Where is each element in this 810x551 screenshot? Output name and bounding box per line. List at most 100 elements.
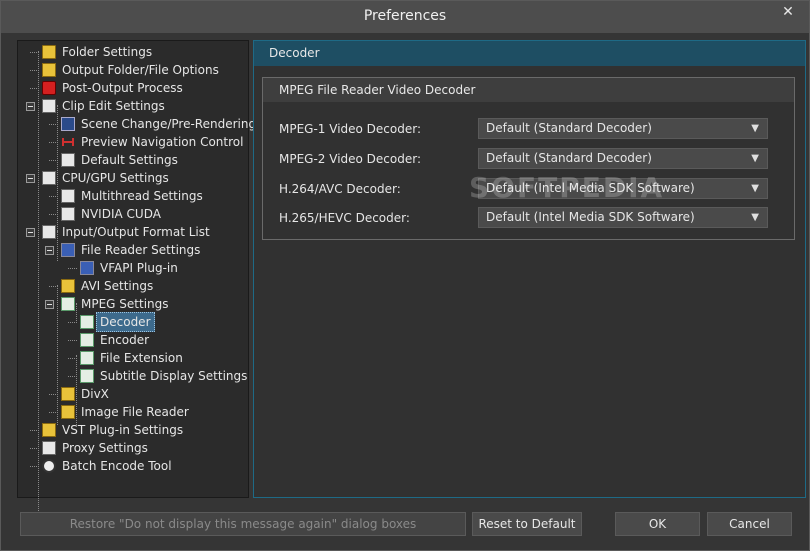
collapse-toggle-icon[interactable]: [26, 228, 35, 237]
tree-connector: [68, 268, 77, 269]
tree-item[interactable]: Encoder: [18, 331, 246, 349]
tree-item[interactable]: DivX: [18, 385, 246, 403]
tree-item-label: CPU/GPU Settings: [62, 171, 169, 185]
tree-item-label: Input/Output Format List: [62, 225, 210, 239]
restore-dialogs-button[interactable]: Restore "Do not display this message aga…: [20, 512, 466, 536]
folder-icon: [42, 45, 56, 59]
mpeg2-decoder-select[interactable]: Default (Standard Decoder) ▼: [478, 148, 768, 169]
edit-doc-icon: [61, 153, 75, 167]
edit-doc-icon: [61, 189, 75, 203]
tree-item[interactable]: Default Settings: [18, 151, 246, 169]
group-title: MPEG File Reader Video Decoder: [263, 78, 794, 102]
ok-button[interactable]: OK: [615, 512, 700, 536]
watermark: SOFTPEDIA: [469, 171, 665, 204]
tree-item-label: File Reader Settings: [81, 243, 201, 257]
clock-icon: [42, 459, 56, 473]
tree-item[interactable]: VFAPI Plug-in: [18, 259, 246, 277]
tree-item[interactable]: Post-Output Process: [18, 79, 246, 97]
collapse-toggle-icon[interactable]: [26, 102, 35, 111]
tree-item-label: Preview Navigation Control: [81, 135, 244, 149]
tree-guide-line: [76, 355, 77, 427]
edit-doc-icon: [42, 171, 56, 185]
window-title: Preferences: [363, 8, 447, 24]
title-bar: Preferences ✕: [1, 1, 809, 33]
reset-to-default-button[interactable]: Reset to Default: [472, 512, 582, 536]
tree-item[interactable]: Multithread Settings: [18, 187, 246, 205]
folder-doc-icon: [42, 423, 56, 437]
tree-item[interactable]: Folder Settings: [18, 43, 246, 61]
green-doc-icon: [80, 369, 94, 383]
folder-doc-icon: [61, 387, 75, 401]
tree-guide-line: [57, 105, 58, 245]
tree-item[interactable]: Subtitle Display Settings: [18, 367, 248, 385]
tree-guide-line: [57, 231, 58, 261]
tree-item-label: Encoder: [100, 333, 150, 347]
tree-item[interactable]: Decoder: [18, 312, 246, 332]
tree-connector: [68, 340, 77, 341]
collapse-toggle-icon[interactable]: [26, 174, 35, 183]
h265-decoder-select[interactable]: Default (Intel Media SDK Software) ▼: [478, 207, 768, 228]
green-doc-icon: [80, 351, 94, 365]
h265-decoder-label: H.265/HEVC Decoder:: [279, 211, 410, 225]
collapse-toggle-icon[interactable]: [45, 300, 54, 309]
preferences-window: Preferences ✕ Folder Settings Output Fold…: [0, 0, 810, 551]
monitor-icon: [80, 261, 94, 275]
power-icon: [42, 81, 56, 95]
mpeg-decoder-group: MPEG File Reader Video Decoder MPEG-1 Vi…: [262, 77, 795, 240]
mpeg2-decoder-label: MPEG-2 Video Decoder:: [279, 152, 422, 166]
tree-item-label: Folder Settings: [62, 45, 153, 59]
navigation-icon: [61, 135, 75, 149]
folder-doc-icon: [61, 405, 75, 419]
tree-item[interactable]: AVI Settings: [18, 277, 246, 295]
cancel-button[interactable]: Cancel: [707, 512, 792, 536]
tree-item[interactable]: File Extension: [18, 349, 246, 367]
h264-decoder-label: H.264/AVC Decoder:: [279, 182, 401, 196]
tree-item[interactable]: Batch Encode Tool: [18, 457, 246, 475]
monitor-icon: [61, 243, 75, 257]
tree-item-label: Clip Edit Settings: [62, 99, 165, 113]
chevron-down-icon: ▼: [751, 183, 759, 194]
decoder-panel: Decoder MPEG File Reader Video Decoder M…: [253, 40, 806, 498]
tree-item[interactable]: Image File Reader: [18, 403, 246, 421]
tree-item[interactable]: Proxy Settings: [18, 439, 246, 457]
tree-connector: [68, 322, 77, 323]
tree-item-label: DivX: [81, 387, 109, 401]
mpeg2-decoder-value: Default (Standard Decoder): [486, 151, 652, 165]
mpeg1-decoder-label: MPEG-1 Video Decoder:: [279, 122, 422, 136]
tree-item-label: Image File Reader: [81, 405, 189, 419]
tree-guide-line: [57, 285, 58, 425]
tree-item[interactable]: VST Plug-in Settings: [18, 421, 246, 439]
tree-item[interactable]: CPU/GPU Settings: [18, 169, 246, 187]
tree-item-label: VFAPI Plug-in: [100, 261, 178, 275]
settings-tree[interactable]: Folder Settings Output Folder/File Option…: [17, 40, 256, 519]
chevron-down-icon: ▼: [751, 123, 759, 134]
tree-item[interactable]: Preview Navigation Control: [18, 133, 246, 151]
panel-header: Decoder: [254, 41, 805, 66]
copy-icon: [42, 441, 56, 455]
tree-item-label: Batch Encode Tool: [62, 459, 172, 473]
green-doc-icon: [80, 333, 94, 347]
tree-guide-line: [38, 51, 39, 519]
tree-item[interactable]: File Reader Settings: [18, 241, 246, 259]
edit-doc-icon: [61, 207, 75, 221]
tree-item[interactable]: Clip Edit Settings: [18, 97, 246, 115]
collapse-toggle-icon[interactable]: [45, 246, 54, 255]
film-icon: [61, 117, 75, 131]
tree-item-label: Post-Output Process: [62, 81, 183, 95]
mpeg1-decoder-value: Default (Standard Decoder): [486, 121, 652, 135]
tree-item[interactable]: MPEG Settings: [18, 295, 246, 313]
tree-item-label: VST Plug-in Settings: [62, 423, 184, 437]
close-icon[interactable]: ✕: [775, 1, 801, 23]
mpeg1-decoder-select[interactable]: Default (Standard Decoder) ▼: [478, 118, 768, 139]
tree-guide-line: [76, 303, 77, 321]
tree-item-label: MPEG Settings: [81, 297, 169, 311]
tree-item-label: Output Folder/File Options: [62, 63, 219, 77]
tree-item-label: Multithread Settings: [81, 189, 203, 203]
tree-item-label: Subtitle Display Settings: [100, 369, 248, 383]
tree-item[interactable]: Scene Change/Pre-Rendering: [18, 115, 256, 133]
tree-item[interactable]: Input/Output Format List: [18, 223, 246, 241]
tree-item[interactable]: NVIDIA CUDA: [18, 205, 246, 223]
list-icon: [42, 225, 56, 239]
tree-item[interactable]: Output Folder/File Options: [18, 61, 246, 79]
green-doc-icon: [80, 315, 94, 329]
